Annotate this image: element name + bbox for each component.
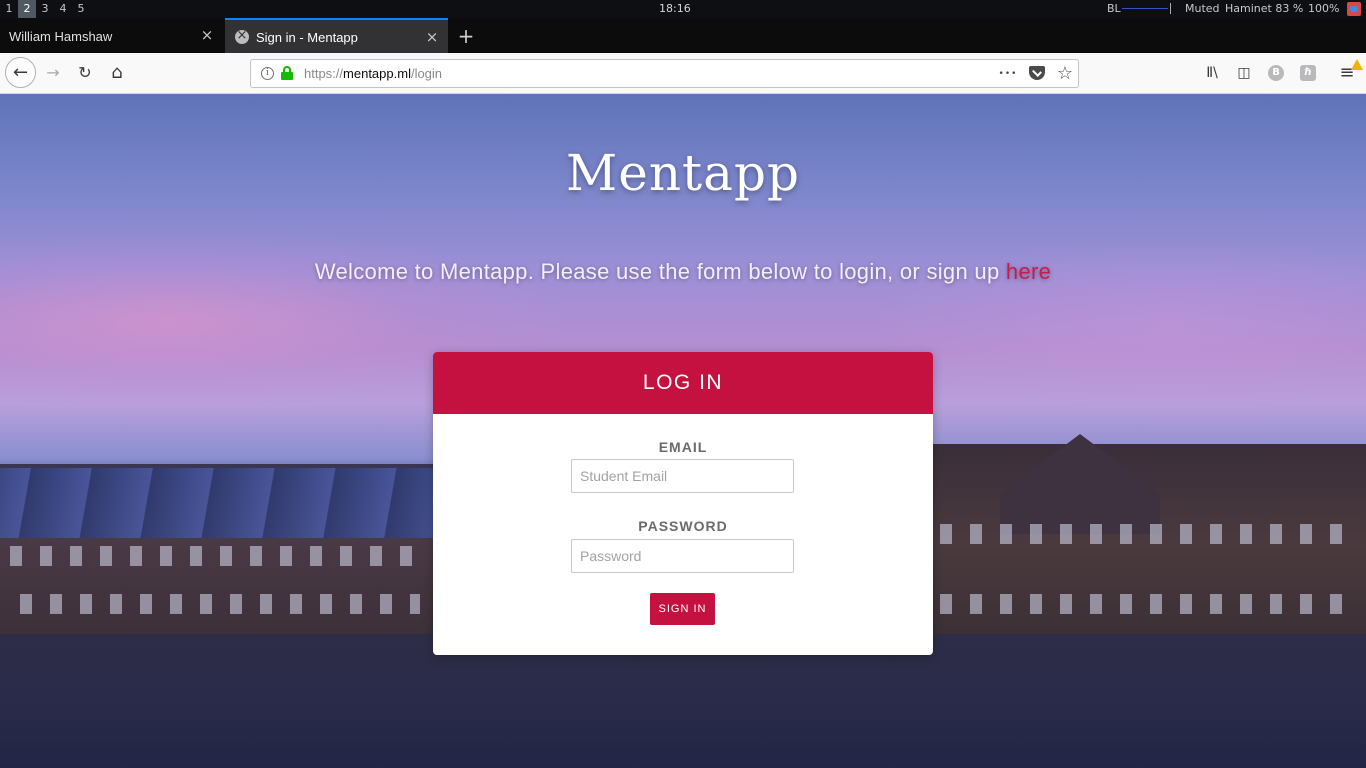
tray-app-icon[interactable] bbox=[1347, 2, 1361, 16]
close-icon[interactable]: × bbox=[199, 26, 215, 44]
page-title: Mentapp bbox=[566, 144, 800, 202]
library-icon[interactable]: Ⅱ\ bbox=[1202, 63, 1222, 83]
site-info-icon[interactable]: i bbox=[261, 67, 274, 80]
login-card: LOG IN EMAIL PASSWORD SIGN IN bbox=[433, 352, 933, 655]
welcome-message: Welcome to Mentapp. Please use the form … bbox=[314, 259, 1006, 284]
password-field[interactable] bbox=[571, 539, 794, 573]
page-actions-button[interactable]: ••• bbox=[996, 64, 1020, 84]
tab-title: Sign in - Mentapp bbox=[256, 30, 358, 45]
sign-in-button[interactable]: SIGN IN bbox=[650, 593, 715, 625]
background-solar-panels bbox=[0, 468, 435, 538]
signup-link[interactable]: here bbox=[1006, 259, 1051, 284]
email-field[interactable] bbox=[571, 459, 794, 493]
status-separator bbox=[1170, 3, 1171, 14]
workspace-1[interactable]: 1 bbox=[0, 0, 18, 18]
url-text[interactable]: https://mentapp.ml/login bbox=[304, 66, 442, 81]
home-button[interactable]: ⌂ bbox=[105, 61, 129, 85]
login-page: Mentapp Welcome to Mentapp. Please use t… bbox=[0, 94, 1366, 768]
backlight-label: BL bbox=[1107, 2, 1121, 15]
url-scheme: https:// bbox=[304, 66, 344, 81]
new-tab-button[interactable]: + bbox=[454, 24, 478, 48]
warning-icon bbox=[1351, 59, 1363, 70]
email-label: EMAIL bbox=[658, 439, 708, 455]
background-windows bbox=[940, 524, 1360, 544]
reload-button[interactable]: ↻ bbox=[73, 61, 97, 85]
url-host: mentapp.ml bbox=[343, 66, 411, 81]
clock: 18:16 bbox=[659, 2, 691, 15]
background-windows bbox=[940, 594, 1360, 614]
nav-toolbar: ← → ↻ ⌂ i https://mentapp.ml/login ••• ☆… bbox=[0, 53, 1366, 94]
background-windows bbox=[10, 546, 430, 566]
tab-title: William Hamshaw bbox=[9, 29, 113, 44]
extension-h-icon[interactable]: ℏ bbox=[1300, 65, 1316, 81]
extension-b-icon[interactable]: B bbox=[1268, 65, 1284, 81]
workspace-3[interactable]: 3 bbox=[36, 0, 54, 18]
back-button[interactable]: ← bbox=[5, 57, 36, 88]
tab-william-hamshaw[interactable]: William Hamshaw × bbox=[0, 18, 224, 53]
background-windows bbox=[20, 594, 420, 614]
workspace-4[interactable]: 4 bbox=[54, 0, 72, 18]
wifi-status: Haminet 83 % bbox=[1225, 2, 1304, 15]
volume-status: Muted bbox=[1185, 2, 1220, 15]
welcome-text: Welcome to Mentapp. Please use the form … bbox=[0, 259, 1366, 285]
login-heading: LOG IN bbox=[433, 352, 933, 414]
tab-sign-in-mentapp[interactable]: Sign in - Mentapp × bbox=[225, 18, 448, 53]
site-favicon-icon bbox=[235, 28, 249, 44]
battery-status: 100% bbox=[1308, 2, 1340, 15]
background-building-right bbox=[933, 444, 1366, 644]
system-status-bar: 1 2 3 4 5 18:16 BL Muted Haminet 83 % 10… bbox=[0, 0, 1366, 18]
tab-strip: William Hamshaw × Sign in - Mentapp × + bbox=[0, 18, 1366, 53]
workspace-2[interactable]: 2 bbox=[18, 0, 36, 18]
url-bar[interactable]: i https://mentapp.ml/login ••• ☆ bbox=[250, 59, 1079, 88]
bookmark-star-icon[interactable]: ☆ bbox=[1055, 64, 1075, 84]
password-label: PASSWORD bbox=[638, 518, 728, 534]
backlight-bar bbox=[1122, 8, 1168, 9]
close-icon[interactable]: × bbox=[424, 28, 440, 46]
workspace-5[interactable]: 5 bbox=[72, 0, 90, 18]
lock-icon[interactable] bbox=[281, 66, 293, 80]
url-path: /login bbox=[410, 66, 443, 81]
forward-button[interactable]: → bbox=[41, 61, 65, 85]
pocket-icon[interactable] bbox=[1029, 66, 1045, 80]
sidebar-icon[interactable]: ◫ bbox=[1234, 63, 1254, 83]
